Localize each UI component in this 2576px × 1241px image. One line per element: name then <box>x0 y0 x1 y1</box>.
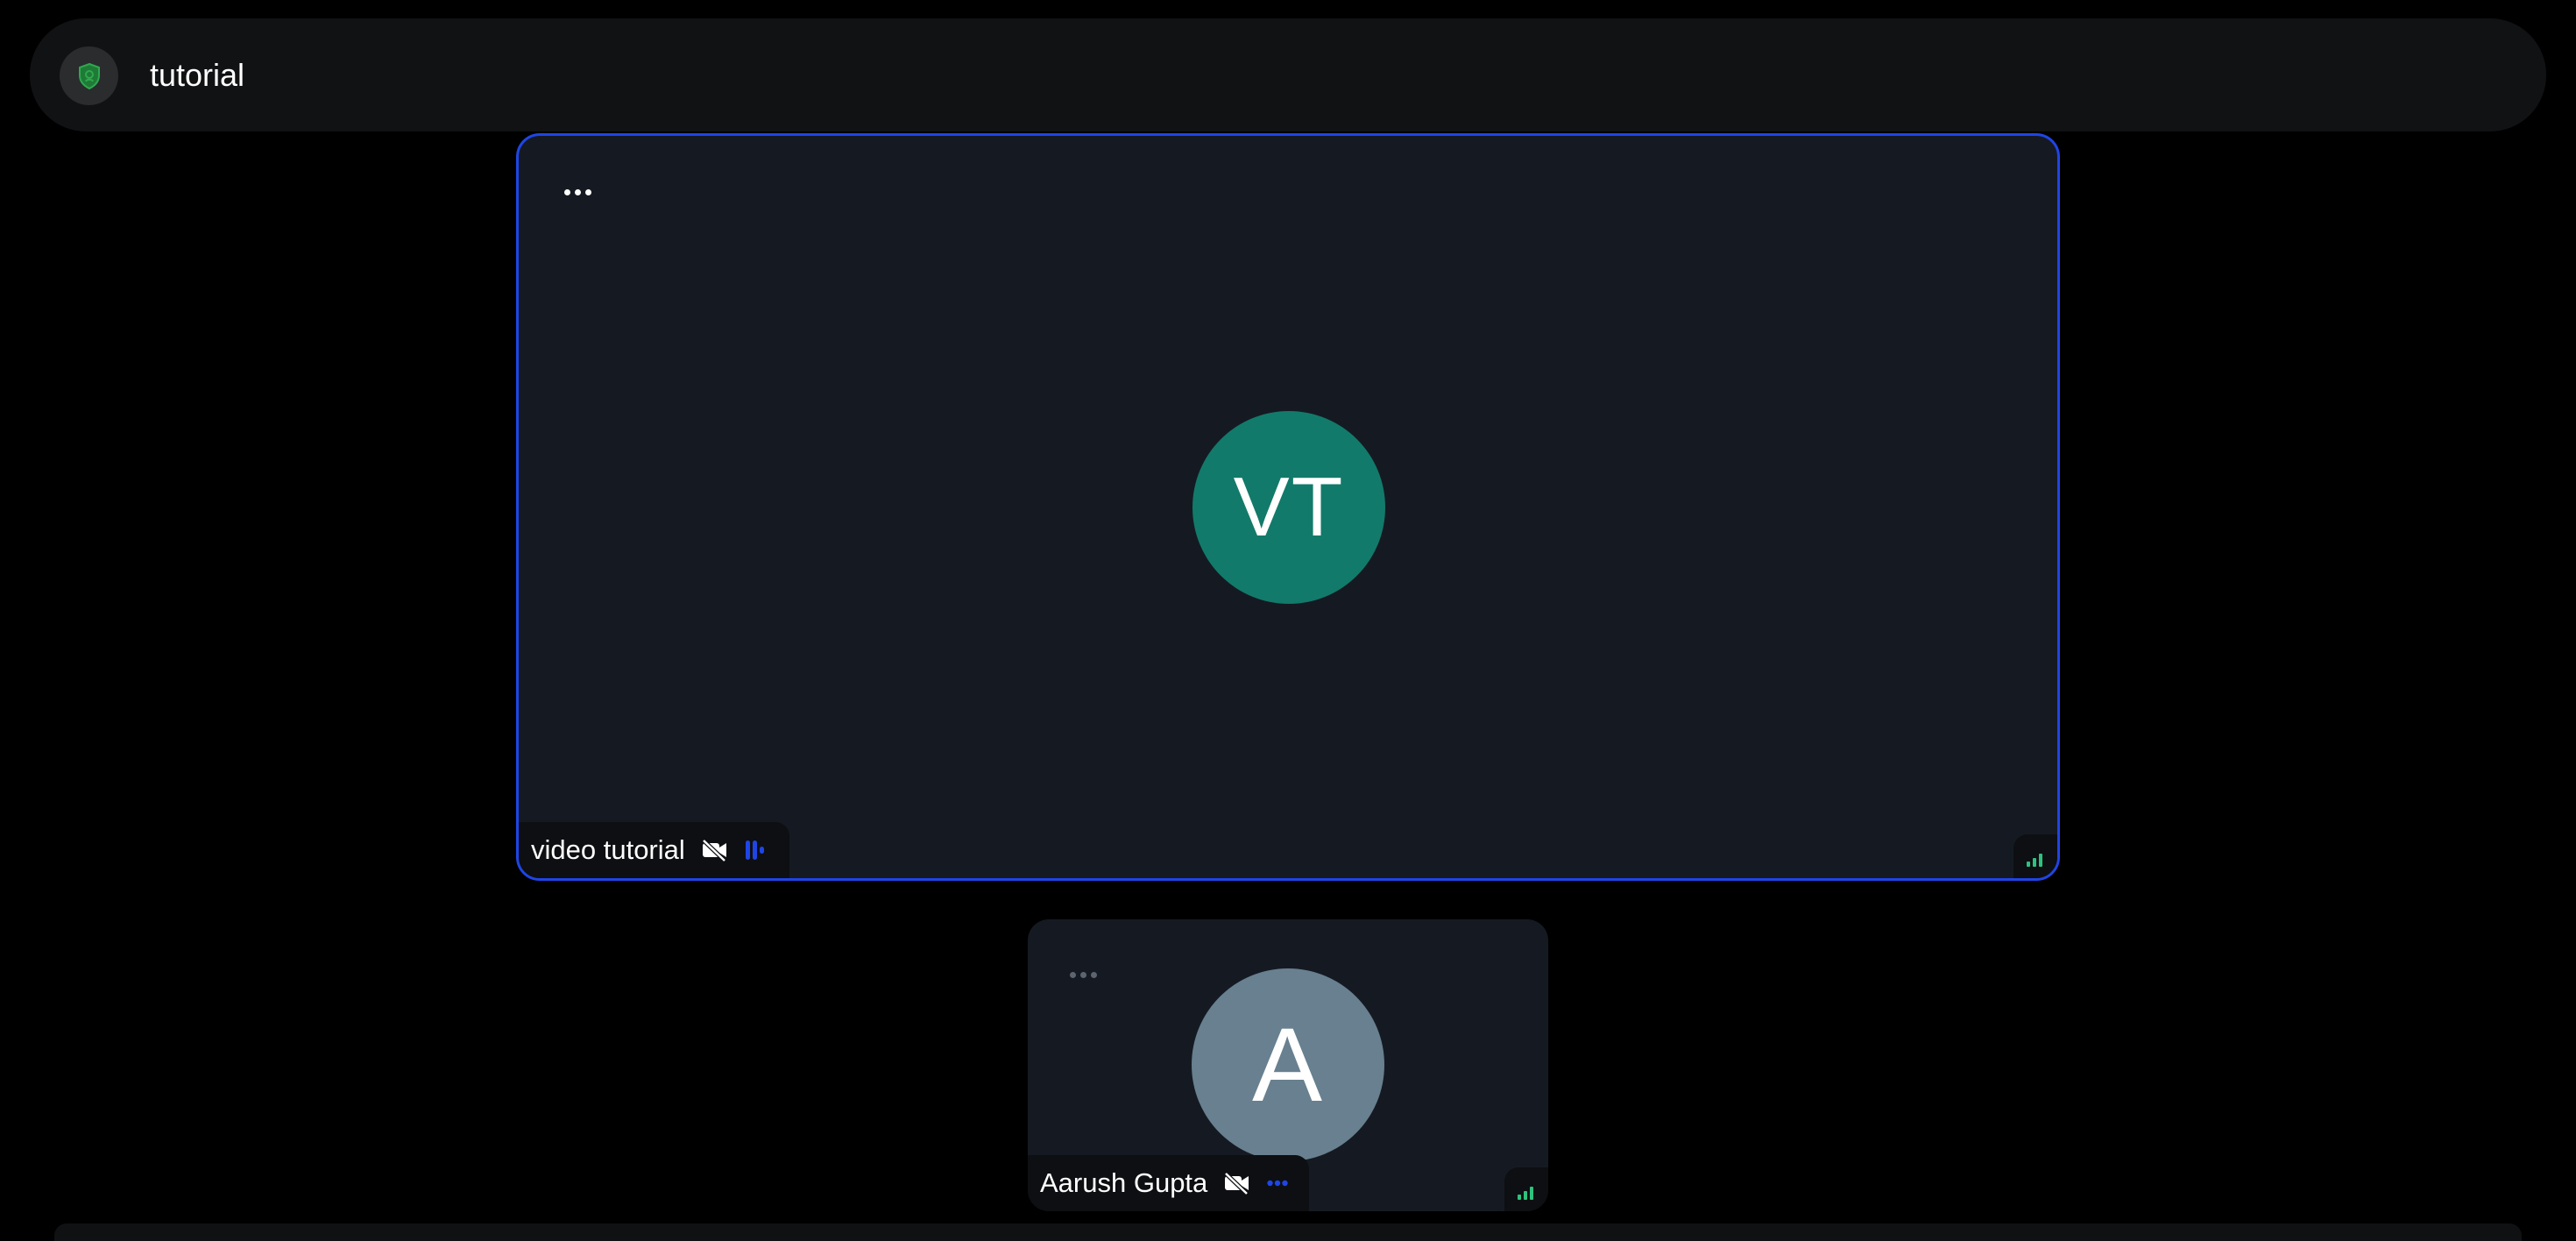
network-signal-icon <box>1517 1186 1536 1200</box>
shield-icon <box>78 62 101 89</box>
camera-off-icon <box>701 839 729 862</box>
room-title: tutorial <box>150 57 245 93</box>
participant-tile-secondary[interactable]: A Aarush Gupta <box>1028 919 1548 1211</box>
camera-off-icon <box>1223 1172 1251 1195</box>
top-bar: tutorial <box>30 18 2546 131</box>
network-signal-indicator <box>1504 1167 1548 1211</box>
audio-inactive-icon <box>1267 1180 1288 1187</box>
more-options-icon[interactable] <box>1070 972 1097 978</box>
participant-tile-main[interactable]: VT video tutorial <box>516 133 2060 881</box>
participant-name: Aarush Gupta <box>1040 1167 1208 1198</box>
participant-avatar: VT <box>1192 411 1385 604</box>
room-badge[interactable] <box>60 46 118 105</box>
network-signal-indicator <box>2013 834 2057 878</box>
audio-level-icon <box>745 839 766 862</box>
network-signal-icon <box>2026 853 2045 867</box>
participant-name-plate: Aarush Gupta <box>1028 1155 1309 1211</box>
participant-name: video tutorial <box>531 834 685 865</box>
participant-name-plate: video tutorial <box>519 822 789 878</box>
more-options-icon[interactable] <box>564 189 591 195</box>
control-bar <box>54 1223 2522 1241</box>
participant-avatar: A <box>1192 968 1384 1161</box>
